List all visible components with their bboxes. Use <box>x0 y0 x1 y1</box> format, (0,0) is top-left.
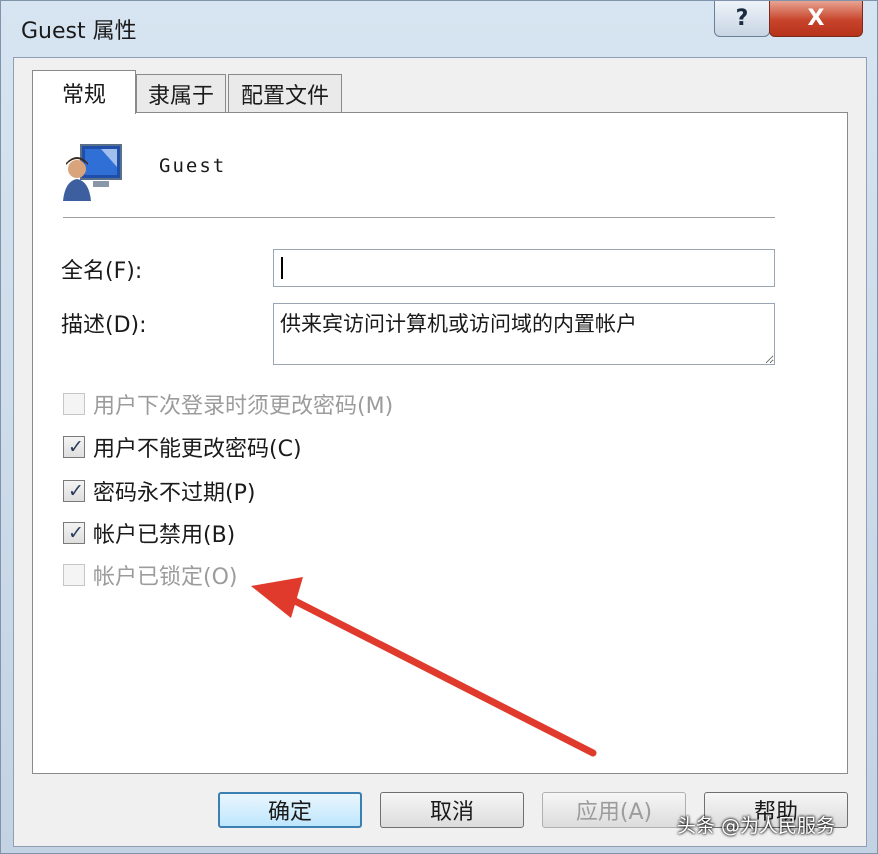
tab-profile-label: 配置文件 <box>240 83 329 109</box>
user-computer-icon <box>63 144 122 201</box>
check-icon: ✓ <box>68 436 84 458</box>
checkbox-label: 帐户已禁用(B) <box>93 523 236 548</box>
check-icon: ✓ <box>68 522 84 544</box>
fullname-label: 全名(F): <box>61 259 143 284</box>
arrow-shaft <box>291 597 597 757</box>
checkbox-box[interactable] <box>63 564 85 586</box>
help-title-button[interactable]: ? <box>714 1 770 37</box>
general-tab-panel: Guest 全名(F): 描述(D): 供来宾访问计算机或访问域的内置帐户 用户… <box>32 112 848 774</box>
window-title: Guest 属性 <box>21 19 137 44</box>
checkbox-account-disabled[interactable]: ✓ 帐户已禁用(B) <box>63 519 236 548</box>
properties-window: Guest 属性 ? X 常规 隶属于 配置文件 Guest 全名(F): 描述… <box>0 0 878 854</box>
close-icon: X <box>807 6 825 31</box>
tab-profile[interactable]: 配置文件 <box>228 74 342 112</box>
checkbox-box[interactable]: ✓ <box>63 480 85 502</box>
watermark: 头条 @为人民服务 <box>677 815 836 837</box>
apply-button[interactable]: 应用(A) <box>542 792 686 828</box>
separator <box>63 217 775 219</box>
tab-member-of-label: 隶属于 <box>147 83 214 109</box>
tab-member-of[interactable]: 隶属于 <box>136 74 226 112</box>
checkbox-label: 密码永不过期(P) <box>93 481 256 506</box>
question-mark-icon: ? <box>735 6 749 31</box>
dialog-client-area: 常规 隶属于 配置文件 Guest 全名(F): 描述(D): 供来宾访问计算机… <box>13 57 867 847</box>
checkbox-label: 用户下次登录时须更改密码(M) <box>93 394 394 419</box>
tab-general-label: 常规 <box>61 82 106 108</box>
description-input[interactable]: 供来宾访问计算机或访问域的内置帐户 <box>273 303 775 365</box>
checkbox-must-change-password[interactable]: 用户下次登录时须更改密码(M) <box>63 390 394 419</box>
checkbox-account-locked[interactable]: 帐户已锁定(O) <box>63 561 238 590</box>
user-name: Guest <box>159 155 227 177</box>
fullname-input[interactable] <box>273 249 775 287</box>
checkbox-box[interactable]: ✓ <box>63 436 85 458</box>
arrow-head <box>251 577 303 618</box>
description-label: 描述(D): <box>61 313 147 338</box>
text-caret <box>281 257 283 279</box>
checkbox-label: 用户不能更改密码(C) <box>93 437 302 462</box>
tab-general[interactable]: 常规 <box>32 70 136 114</box>
check-icon: ✓ <box>68 480 84 502</box>
checkbox-box[interactable] <box>63 393 85 415</box>
ok-button[interactable]: 确定 <box>218 792 362 828</box>
close-button[interactable]: X <box>769 1 863 37</box>
checkbox-cannot-change-password[interactable]: ✓ 用户不能更改密码(C) <box>63 433 302 462</box>
checkbox-label: 帐户已锁定(O) <box>93 565 238 590</box>
checkbox-box[interactable]: ✓ <box>63 522 85 544</box>
title-bar[interactable]: Guest 属性 ? X <box>1 1 878 57</box>
cancel-button[interactable]: 取消 <box>380 792 524 828</box>
checkbox-password-never-expires[interactable]: ✓ 密码永不过期(P) <box>63 477 256 506</box>
